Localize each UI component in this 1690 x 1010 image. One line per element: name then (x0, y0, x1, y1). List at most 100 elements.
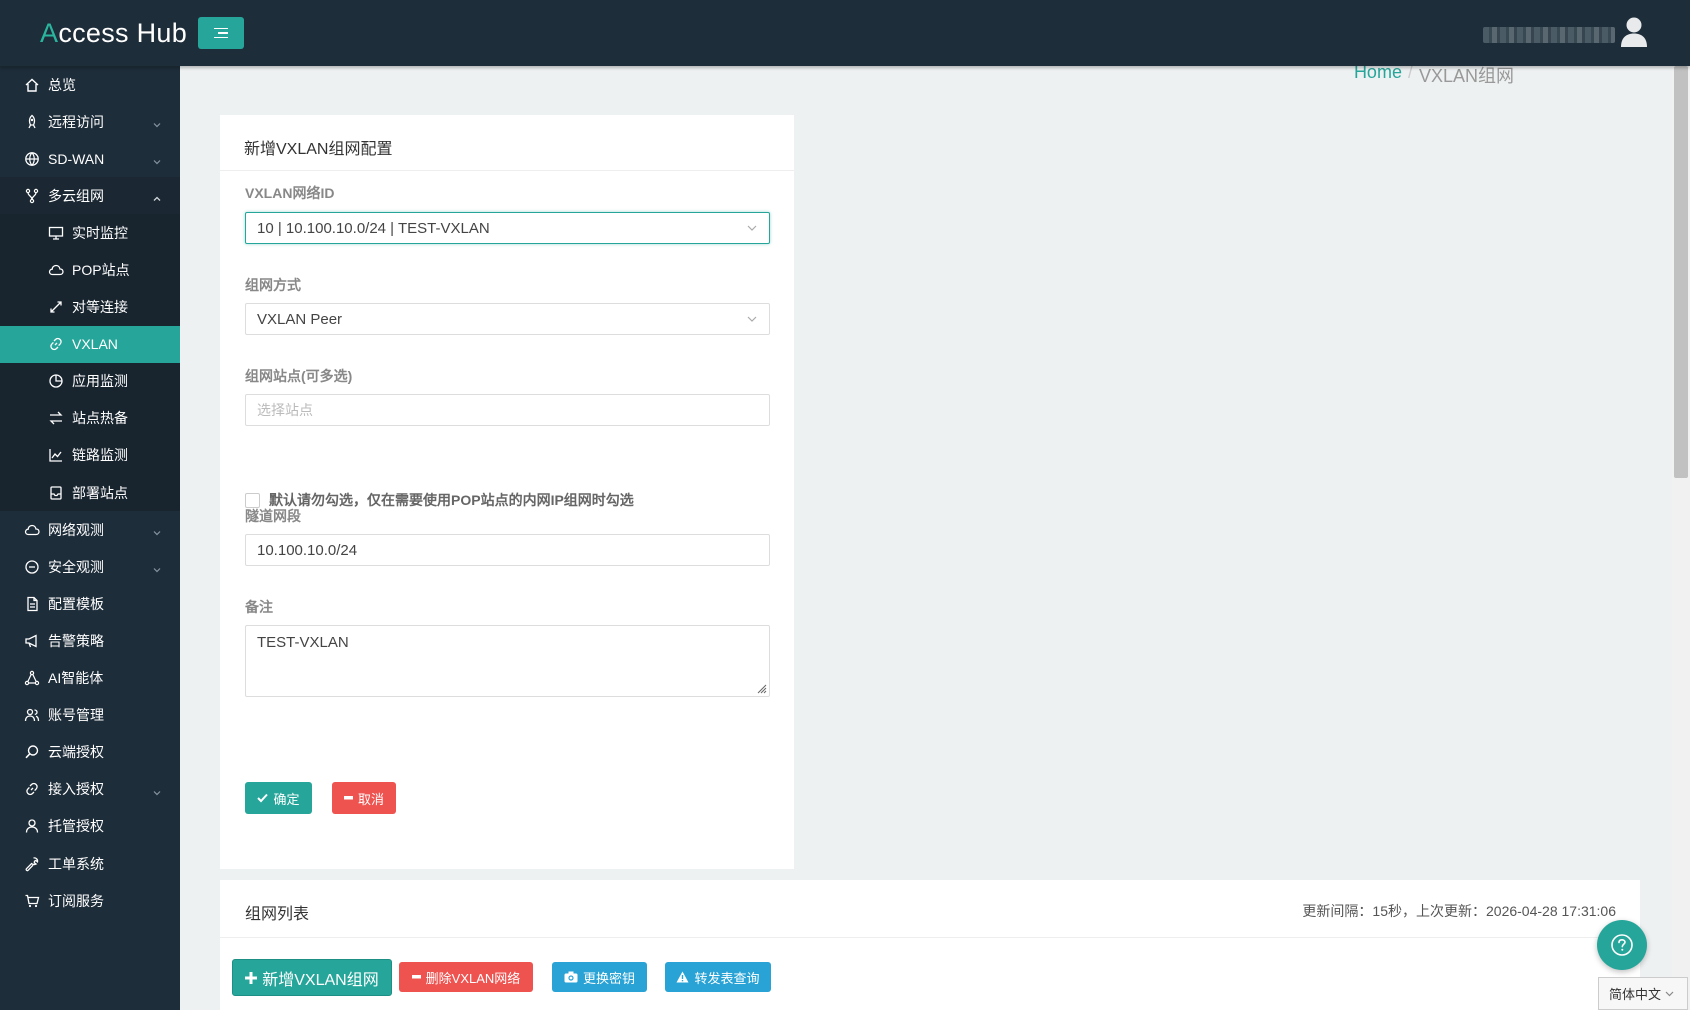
sidebar-item-7[interactable]: 对等连接 (0, 288, 180, 326)
user-icon (24, 818, 40, 834)
sidebar-item-4[interactable]: 多云组网 (0, 177, 180, 215)
delete-vxlan-button-label: 删除VXLAN网络 (425, 970, 521, 986)
sidebar-item-17[interactable]: AI智能体 (0, 660, 180, 697)
chevron-down-icon (152, 117, 162, 128)
sidebar-item-label: 工单系统 (48, 855, 104, 872)
minus-icon (411, 975, 421, 979)
rekey-button-label: 更换密钥 (582, 970, 635, 986)
sidebar-item-14[interactable]: 安全观测 (0, 548, 180, 585)
sidebar-item-label: 订阅服务 (48, 892, 104, 909)
sidebar-item-15[interactable]: 配置模板 (0, 585, 180, 622)
sidebar-item-13[interactable]: 网络观测 (0, 511, 180, 548)
sidebar-item-23[interactable]: 订阅服务 (0, 882, 180, 919)
sidebar-item-19[interactable]: 云端授权 (0, 734, 180, 771)
sidebar-item-11[interactable]: 链路监测 (0, 436, 180, 475)
pop-intranet-checkbox-label[interactable]: 默认请勿勾选，仅在需要使用POP站点的内网IP组网时勾选 (269, 490, 634, 510)
minus-icon (343, 796, 353, 800)
swap-icon (48, 410, 64, 426)
rekey-button[interactable]: 更换密钥 (552, 962, 647, 992)
user-name-redacted[interactable] (1483, 27, 1615, 43)
sidebar-item-label: 接入授权 (48, 781, 104, 798)
sidebar-item-21[interactable]: 托管授权 (0, 808, 180, 845)
fork-icon (24, 188, 40, 204)
mode-selected-value: VXLAN Peer (257, 310, 343, 328)
sidebar-item-1[interactable]: 总览 (0, 66, 180, 103)
sidebar-item-label: AI智能体 (48, 670, 104, 687)
chevron-up-icon (152, 191, 162, 202)
monitor-icon (48, 225, 64, 241)
tunnel-subnet-input[interactable]: 10.100.10.0/24 (245, 534, 770, 566)
minus-circle-icon (24, 559, 40, 575)
forwarding-table-button[interactable]: 转发表查询 (665, 962, 771, 992)
confirm-button[interactable]: 确定 (245, 782, 312, 814)
top-navbar: Access Hub (0, 0, 1690, 66)
warning-icon (676, 971, 689, 983)
sidebar-item-label: 实时监控 (72, 224, 128, 241)
sidebar-item-18[interactable]: 账号管理 (0, 697, 180, 734)
cancel-button[interactable]: 取消 (332, 782, 396, 814)
language-select[interactable]: 简体中文 (1598, 977, 1688, 1010)
help-button[interactable] (1597, 920, 1647, 970)
forwarding-table-button-label: 转发表查询 (694, 970, 760, 986)
check-icon (257, 793, 269, 803)
sidebar-item-22[interactable]: 工单系统 (0, 845, 180, 882)
app-logo[interactable]: Access Hub (40, 18, 187, 49)
link-icon (24, 781, 40, 797)
form-title: 新增VXLAN组网配置 (220, 115, 794, 171)
sidebar-item-label: 应用监测 (72, 373, 128, 390)
cloud-icon (48, 262, 64, 278)
add-vxlan-button[interactable]: 新增VXLAN组网 (232, 959, 392, 996)
remark-label: 备注 (245, 599, 273, 615)
chevron-down-icon (152, 785, 162, 796)
sidebar-item-label: 网络观测 (48, 521, 104, 538)
page-scrollbar-thumb[interactable] (1674, 66, 1688, 478)
sites-multiselect[interactable]: 选择站点 (245, 394, 770, 426)
sidebar-item-label: SD-WAN (48, 150, 105, 167)
vxlan-id-select[interactable]: 10 | 10.100.10.0/24 | TEST-VXLAN (245, 212, 770, 244)
remark-textarea[interactable]: TEST-VXLAN (245, 625, 770, 697)
line-chart-icon (48, 447, 64, 463)
sidebar-item-20[interactable]: 接入授权 (0, 771, 180, 808)
logo-accent-letter: A (40, 18, 59, 48)
sidebar-item-label: 站点热备 (72, 410, 128, 427)
pie-chart-icon (48, 373, 64, 389)
sidebar-item-2[interactable]: 远程访问 (0, 103, 180, 140)
mode-select[interactable]: VXLAN Peer (245, 303, 770, 335)
chevron-down-icon (747, 225, 757, 231)
sidebar-item-5[interactable]: 实时监控 (0, 214, 180, 252)
chevron-down-icon (747, 316, 757, 322)
confirm-button-label: 确定 (273, 791, 300, 807)
sidebar-item-3[interactable]: SD-WAN (0, 140, 180, 177)
sidebar-item-10[interactable]: 站点热备 (0, 399, 180, 437)
search-icon (24, 744, 40, 760)
chevron-down-icon (152, 154, 162, 165)
sidebar-item-label: 账号管理 (48, 707, 104, 724)
link-icon (48, 336, 64, 352)
cloud-icon (24, 522, 40, 538)
home-icon (24, 77, 40, 93)
sidebar-item-6[interactable]: POP站点 (0, 251, 180, 289)
list-header: 组网列表 更新间隔：15秒，上次更新：2026-04-28 17:31:06 (220, 880, 1640, 938)
delete-vxlan-button[interactable]: 删除VXLAN网络 (399, 962, 533, 992)
sidebar-item-label: 安全观测 (48, 558, 104, 575)
sidebar-item-12[interactable]: 部署站点 (0, 474, 180, 512)
resize-handle-icon[interactable] (755, 682, 767, 694)
sidebar-item-8[interactable]: VXLAN (0, 325, 180, 363)
cancel-button-label: 取消 (357, 791, 384, 807)
sidebar-item-16[interactable]: 告警策略 (0, 622, 180, 659)
user-icon[interactable] (1620, 16, 1648, 48)
camera-icon (564, 971, 578, 983)
sidebar: 总览 远程访问 SD-WAN 多云组网实时监控 POP站点 对等连接 VXLAN 应用监测站点… (0, 66, 180, 1010)
sidebar-toggle-button[interactable] (198, 17, 244, 49)
sites-label: 组网站点(可多选) (245, 368, 353, 384)
chevron-down-icon (152, 562, 162, 573)
cart-icon (24, 893, 40, 909)
network-icon (24, 670, 40, 686)
sidebar-item-label: 云端授权 (48, 744, 104, 761)
sidebar-item-label: 托管授权 (48, 818, 104, 835)
refresh-status: 更新间隔：15秒，上次更新：2026-04-28 17:31:06 (1302, 903, 1616, 919)
megaphone-icon (24, 633, 40, 649)
chevron-down-icon (152, 525, 162, 536)
sidebar-item-9[interactable]: 应用监测 (0, 362, 180, 400)
remark-value: TEST-VXLAN (257, 634, 349, 651)
